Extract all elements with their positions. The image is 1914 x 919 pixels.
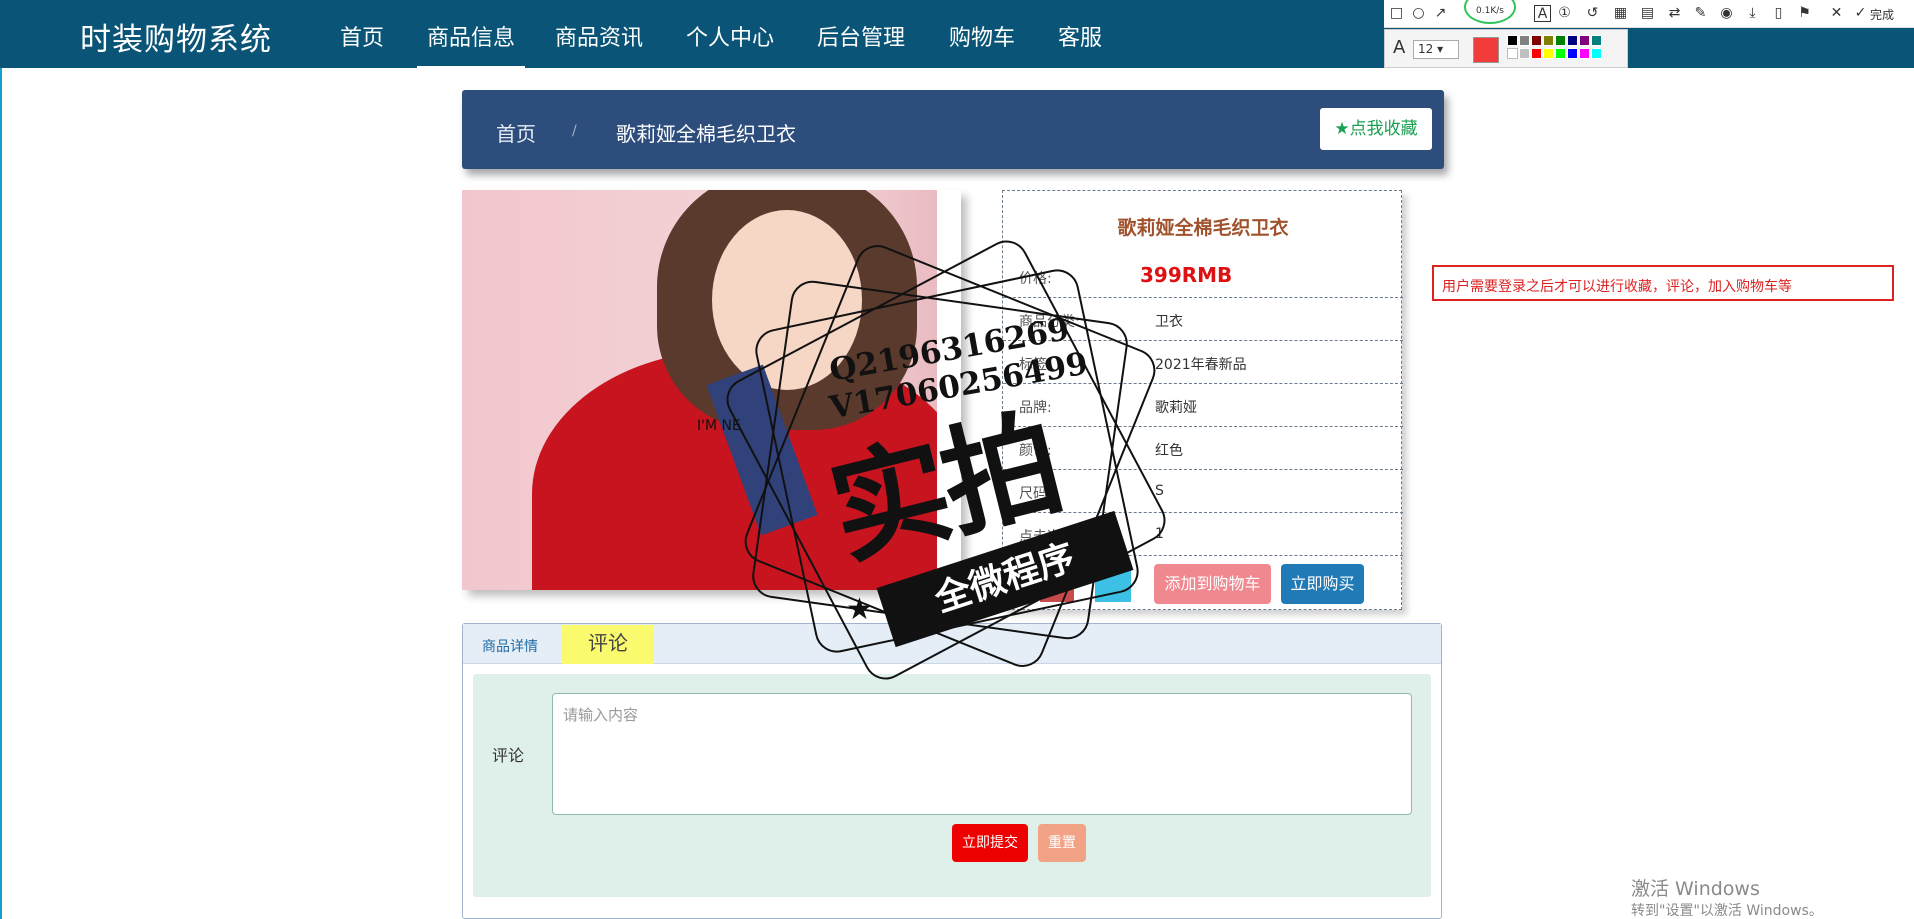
breadcrumb: 首页 / 歌莉娅全棉毛织卫衣 ★点我收藏	[462, 90, 1444, 169]
font-icon: A	[1393, 37, 1406, 58]
favorite-button-label: 点我收藏	[1349, 119, 1418, 139]
row-value: S	[1155, 483, 1164, 499]
watermark-star-icon: ★	[1090, 528, 1117, 563]
tab-product-details[interactable]: 商品详情	[482, 636, 538, 656]
color-swatch[interactable]	[1579, 48, 1590, 59]
color-swatch[interactable]	[1531, 48, 1542, 59]
color-swatch[interactable]	[1531, 35, 1542, 46]
product-title: 歌莉娅全棉毛织卫衣	[1117, 217, 1289, 239]
text-tool-icon[interactable]: A	[1534, 5, 1551, 22]
color-swatch[interactable]	[1591, 35, 1602, 46]
nav-item-personal-center[interactable]: 个人中心	[686, 20, 774, 52]
color-swatch[interactable]	[1567, 35, 1578, 46]
color-swatch[interactable]	[1555, 48, 1566, 59]
breadcrumb-home-link[interactable]: 首页	[496, 118, 536, 147]
buy-now-button[interactable]: 立即购买	[1281, 564, 1364, 604]
nav-item-product-info[interactable]: 商品信息	[427, 20, 515, 52]
color-swatch[interactable]	[1543, 48, 1554, 59]
breadcrumb-separator: /	[572, 123, 577, 139]
windows-activation-subtitle: 转到"设置"以激活 Windows。	[1631, 903, 1823, 919]
check-icon[interactable]: ✓	[1852, 5, 1869, 22]
mosaic-icon[interactable]: ▦	[1612, 5, 1629, 22]
color-swatch[interactable]	[1543, 35, 1554, 46]
arrow-icon[interactable]: ↗	[1432, 5, 1449, 22]
add-to-cart-button[interactable]: 添加到购物车	[1154, 564, 1271, 604]
left-edge-line	[0, 68, 2, 919]
text-style-bar: A 12 ▾	[1384, 29, 1628, 68]
row-value: 卫衣	[1155, 314, 1183, 330]
annotation-text: 用户需要登录之后才可以进行收藏，评论，加入购物车等	[1442, 279, 1792, 295]
undo-icon[interactable]: ↺	[1584, 5, 1601, 22]
star-icon: ★	[1334, 119, 1350, 139]
nav-item-cart[interactable]: 购物车	[949, 20, 1015, 52]
color-swatch[interactable]	[1591, 48, 1602, 59]
color-swatch[interactable]	[1507, 35, 1518, 46]
annotation-textbox[interactable]: 用户需要登录之后才可以进行收藏，评论，加入购物车等	[1432, 265, 1894, 301]
favorite-button[interactable]: ★点我收藏	[1320, 108, 1432, 150]
windows-activation-title: 激活 Windows	[1631, 878, 1760, 900]
row-value: 2021年春新品	[1155, 357, 1247, 373]
nav-item-product-news[interactable]: 商品资讯	[555, 20, 643, 52]
nav-item-admin[interactable]: 后台管理	[817, 20, 905, 52]
ocr-icon[interactable]: ▤	[1639, 5, 1656, 22]
nav-item-home[interactable]: 首页	[340, 20, 384, 52]
download-icon[interactable]: ⤓	[1744, 5, 1761, 22]
reset-button[interactable]: 重置	[1038, 824, 1086, 862]
pin-icon[interactable]: ✎	[1692, 5, 1709, 22]
font-size-value: 12	[1418, 42, 1434, 56]
site-title: 时装购物系统	[80, 22, 272, 58]
tab-comments[interactable]: 评论	[562, 625, 654, 664]
row-value: 歌莉娅	[1155, 400, 1197, 416]
ellipse-icon[interactable]: ○	[1410, 5, 1427, 22]
color-swatch[interactable]	[1567, 48, 1578, 59]
phone-icon[interactable]: ▯	[1770, 5, 1787, 22]
price-value: 399RMB	[1140, 263, 1233, 287]
number-marker-icon[interactable]: ①	[1556, 5, 1573, 22]
comment-label: 评论	[492, 746, 525, 765]
rectangle-icon[interactable]: □	[1388, 5, 1405, 22]
color-swatch[interactable]	[1507, 48, 1518, 59]
color-swatch[interactable]	[1519, 35, 1530, 46]
comment-input[interactable]	[552, 693, 1412, 815]
submit-button[interactable]: 立即提交	[952, 824, 1028, 862]
record-icon[interactable]: ◉	[1718, 5, 1735, 22]
breadcrumb-current: 歌莉娅全棉毛织卫衣	[616, 122, 796, 146]
color-swatch[interactable]	[1579, 35, 1590, 46]
color-swatch[interactable]	[1519, 48, 1530, 59]
font-size-select[interactable]: 12 ▾	[1413, 40, 1459, 59]
nav-active-indicator	[417, 66, 525, 69]
product-tabs-panel: 商品详情 评论 评论 立即提交 重置	[462, 623, 1442, 919]
color-swatch[interactable]	[1555, 35, 1566, 46]
close-icon[interactable]: ✕	[1828, 5, 1845, 22]
current-color-swatch[interactable]	[1473, 37, 1499, 63]
comment-form: 评论 立即提交 重置	[473, 674, 1431, 897]
watermark-star-icon: ★	[846, 592, 873, 627]
bookmark-icon[interactable]: ⚑	[1796, 5, 1813, 22]
done-button[interactable]: 完成	[1870, 6, 1894, 23]
translate-icon[interactable]: ⇄	[1666, 5, 1683, 22]
nav-item-customer-service[interactable]: 客服	[1058, 20, 1102, 52]
row-value: 红色	[1155, 443, 1183, 459]
